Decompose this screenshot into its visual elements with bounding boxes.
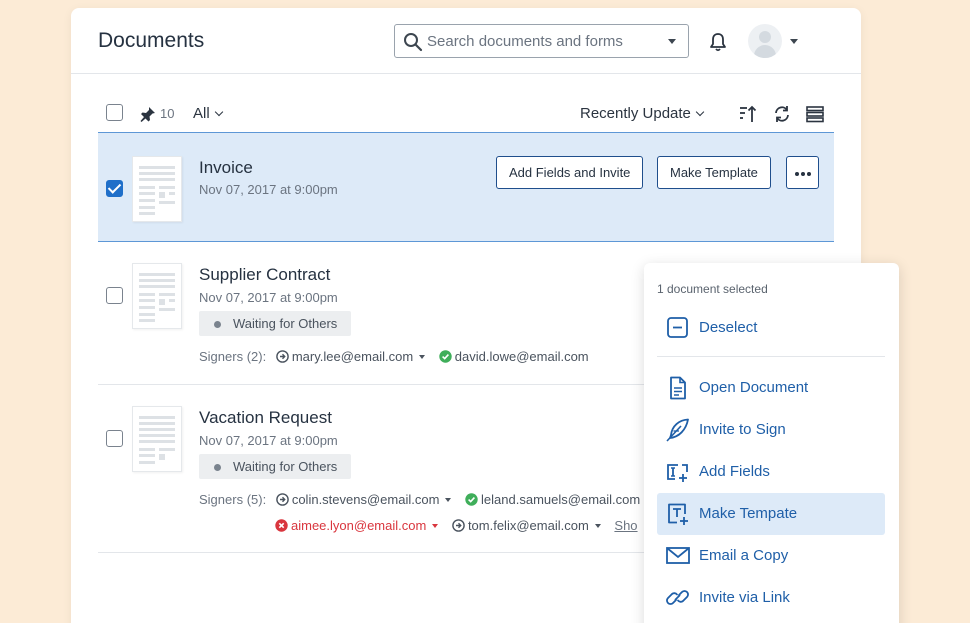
signer-email: david.lowe@email.com xyxy=(454,349,589,364)
signer-email: leland.samuels@email.com xyxy=(481,492,641,507)
make-template-button[interactable]: Make Template xyxy=(657,156,771,189)
row-checkbox[interactable] xyxy=(106,180,123,197)
signer-pending[interactable]: tom.felix@email.com xyxy=(452,518,601,533)
select-all-checkbox[interactable] xyxy=(106,104,123,121)
minus-square-icon xyxy=(667,317,688,338)
header-bar: Documents xyxy=(71,8,861,74)
chevron-down-icon[interactable] xyxy=(594,524,601,528)
menu-item-email-a-copy[interactable]: Email a Copy xyxy=(657,535,885,577)
menu-item-invite-to-sign[interactable]: Invite to Sign xyxy=(657,409,885,451)
chevron-down-icon[interactable] xyxy=(445,498,452,502)
arrow-circle-icon xyxy=(276,493,289,506)
chevron-down-icon[interactable] xyxy=(790,39,798,44)
document-actions-menu: 1 document selected Deselect Open Docume… xyxy=(644,263,899,623)
menu-item-make-template[interactable]: Make Tempate xyxy=(657,493,885,535)
envelope-icon xyxy=(666,547,690,564)
feather-icon xyxy=(666,418,689,442)
row-checkbox[interactable] xyxy=(106,287,123,304)
check-circle-icon xyxy=(439,350,452,363)
chevron-down-icon[interactable] xyxy=(419,355,426,359)
menu-divider xyxy=(657,356,885,357)
sort-dropdown[interactable]: Recently Update xyxy=(580,105,705,122)
document-thumbnail xyxy=(132,156,182,222)
list-toolbar: 10 All Recently Update xyxy=(98,96,834,132)
signers-label: Signers (2): xyxy=(199,349,267,364)
arrow-circle-icon xyxy=(452,519,465,532)
menu-item-deselect[interactable]: Deselect xyxy=(657,307,885,349)
page-title: Documents xyxy=(98,29,205,52)
menu-item-invite-via-link[interactable]: Invite via Link xyxy=(657,577,885,619)
document-date: Nov 07, 2017 at 9:00pm xyxy=(199,182,338,197)
signer-email: colin.stevens@email.com xyxy=(291,492,440,507)
search-scope-dropdown-icon[interactable] xyxy=(668,39,676,44)
check-circle-icon xyxy=(465,493,478,506)
search-input[interactable] xyxy=(427,31,662,51)
signer-signed: leland.samuels@email.com xyxy=(465,492,640,507)
refresh-icon[interactable] xyxy=(772,104,792,124)
link-icon xyxy=(666,590,689,605)
signer-email: mary.lee@email.com xyxy=(291,349,414,364)
x-circle-icon xyxy=(275,519,288,532)
status-badge: Waiting for Others xyxy=(199,311,352,336)
add-fields-and-invite-button[interactable]: Add Fields and Invite xyxy=(496,156,644,189)
signer-declined[interactable]: aimee.lyon@email.com xyxy=(275,518,439,533)
document-date: Nov 07, 2017 at 9:00pm xyxy=(199,290,338,305)
document-date: Nov 07, 2017 at 9:00pm xyxy=(199,433,338,448)
menu-header: 1 document selected xyxy=(657,282,768,296)
avatar[interactable] xyxy=(748,24,782,58)
document-title[interactable]: Vacation Request xyxy=(199,408,332,428)
signers-line-continued: aimee.lyon@email.com tom.felix@email.com… xyxy=(275,518,638,533)
menu-item-label: Add Fields xyxy=(699,463,770,480)
menu-item-label: Invite to Sign xyxy=(699,421,786,438)
template-icon xyxy=(668,503,688,525)
menu-item-label: Open Document xyxy=(699,379,809,396)
arrow-circle-icon xyxy=(276,350,289,363)
signer-pending[interactable]: mary.lee@email.com xyxy=(276,349,426,364)
menu-item-label: Deselect xyxy=(699,319,758,336)
chevron-down-icon xyxy=(695,107,705,117)
document-thumbnail xyxy=(132,406,182,472)
pin-icon[interactable] xyxy=(140,106,156,122)
search-box[interactable] xyxy=(394,24,689,58)
signer-pending[interactable]: colin.stevens@email.com xyxy=(276,492,452,507)
document-title[interactable]: Supplier Contract xyxy=(199,265,330,285)
filter-label: All xyxy=(193,105,210,122)
text-field-plus-icon xyxy=(667,464,688,482)
chevron-down-icon xyxy=(214,107,223,117)
more-actions-button[interactable] xyxy=(786,156,819,189)
signers-line: Signers (5): colin.stevens@email.com lel… xyxy=(199,492,640,507)
signer-email: tom.felix@email.com xyxy=(467,518,589,533)
menu-item-label: Make Tempate xyxy=(699,505,798,522)
filter-dropdown[interactable]: All xyxy=(193,105,223,122)
chevron-down-icon[interactable] xyxy=(432,524,439,528)
document-icon xyxy=(670,376,686,400)
menu-item-add-fields[interactable]: Add Fields xyxy=(657,451,885,493)
document-row-invoice[interactable]: Invoice Nov 07, 2017 at 9:00pm Add Field… xyxy=(98,132,834,242)
sort-label: Recently Update xyxy=(580,105,691,122)
sort-order-icon[interactable] xyxy=(738,104,758,124)
show-more-link[interactable]: Sho xyxy=(614,518,637,533)
signer-signed: david.lowe@email.com xyxy=(439,349,589,364)
row-checkbox[interactable] xyxy=(106,430,123,447)
status-badge: Waiting for Others xyxy=(199,454,352,479)
signer-email: aimee.lyon@email.com xyxy=(291,518,427,533)
signers-line: Signers (2): mary.lee@email.com david.lo… xyxy=(199,349,589,364)
pinned-count: 10 xyxy=(160,106,175,121)
signers-label: Signers (5): xyxy=(199,492,267,507)
document-title[interactable]: Invoice xyxy=(199,158,253,178)
bell-icon[interactable] xyxy=(709,32,727,52)
menu-item-open-document[interactable]: Open Document xyxy=(657,367,885,409)
menu-item-label: Email a Copy xyxy=(699,547,789,564)
menu-item-label: Invite via Link xyxy=(699,589,790,606)
document-thumbnail xyxy=(132,263,182,329)
list-view-icon[interactable] xyxy=(805,104,825,124)
search-icon xyxy=(404,33,423,52)
